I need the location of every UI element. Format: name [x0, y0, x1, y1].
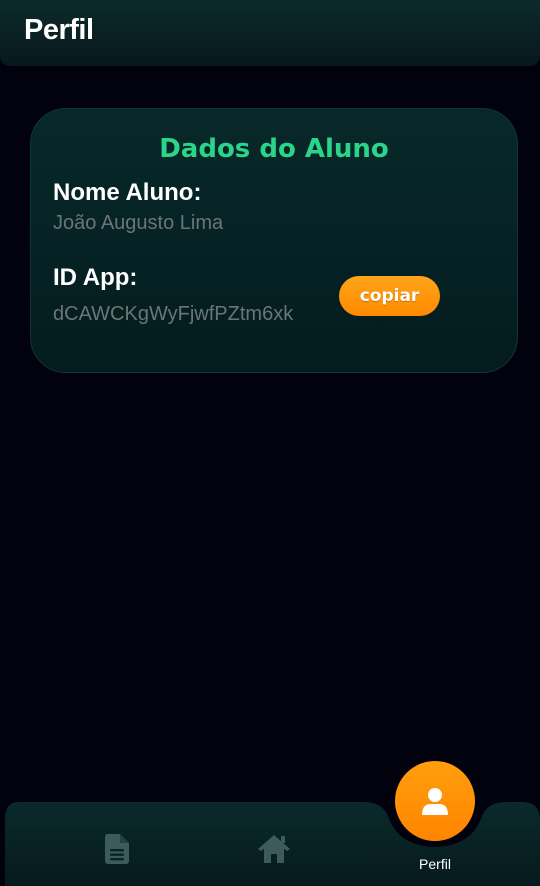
card-title: Dados do Aluno — [159, 134, 389, 164]
student-data-card: Dados do Aluno Nome Aluno: João Augusto … — [30, 108, 518, 373]
app-header: Perfil — [0, 0, 540, 66]
app-id-label: ID App: — [53, 264, 138, 291]
page-title: Perfil — [24, 14, 94, 46]
app-id-value: dCAWCKgWyFjwfPZtm6xk — [53, 303, 294, 325]
student-name-value: João Augusto Lima — [53, 212, 224, 234]
user-icon — [422, 788, 448, 815]
copy-button[interactable]: copiar — [339, 276, 440, 316]
nav-documents[interactable] — [98, 830, 136, 868]
student-name-label: Nome Aluno: — [53, 179, 202, 206]
nav-profile-button[interactable] — [395, 761, 475, 841]
document-icon — [105, 834, 129, 864]
nav-profile-label: Perfil — [419, 856, 451, 872]
home-icon — [258, 835, 290, 863]
nav-home[interactable] — [255, 830, 293, 868]
app-screen: Perfil Dados do Aluno Nome Aluno: João A… — [0, 0, 540, 886]
